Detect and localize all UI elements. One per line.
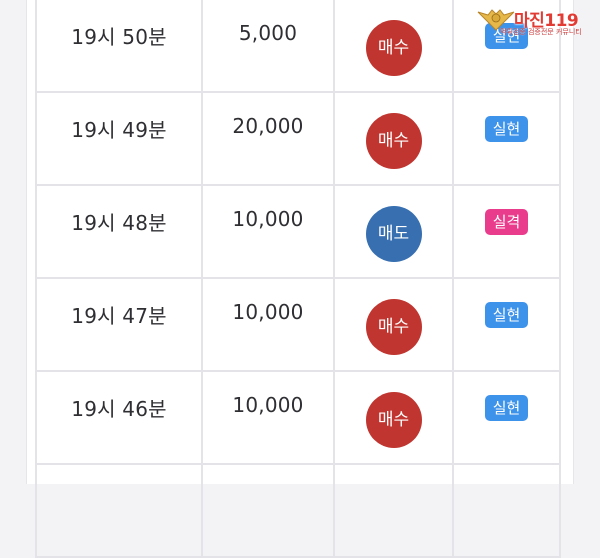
trade-amount: 20,000 <box>232 114 304 138</box>
trade-time: 19시 49분 <box>71 118 167 142</box>
trade-amount: 10,000 <box>232 300 304 324</box>
trade-time: 19시 46분 <box>71 397 167 421</box>
table-row: 19시 47분 10,000 매수 실현 <box>35 277 561 372</box>
trade-time: 19시 48분 <box>71 211 167 235</box>
table-row: 19시 48분 10,000 매도 실격 <box>35 184 561 279</box>
trade-time: 19시 47분 <box>71 304 167 328</box>
result-badge-hit: 실현 <box>484 302 529 328</box>
table-row: 19시 49분 20,000 매수 실현 <box>35 91 561 186</box>
buy-badge: 매수 <box>365 113 422 169</box>
table-row <box>35 463 561 558</box>
sell-badge: 매도 <box>365 206 422 262</box>
site-watermark: 마진119 먹튀검증 검증전문 커뮤니티 <box>470 4 600 40</box>
buy-badge: 매수 <box>365 20 422 76</box>
watermark-subtitle: 먹튀검증 검증전문 커뮤니티 <box>500 28 582 36</box>
result-badge-hit: 실현 <box>484 395 529 421</box>
trade-amount: 5,000 <box>238 21 298 45</box>
trade-history-table: 19시 50분 5,000 매수 실현 19시 49분 20,000 매수 실현… <box>35 0 561 558</box>
result-badge-hit: 실현 <box>484 116 529 142</box>
result-badge-miss: 실격 <box>484 209 529 235</box>
trade-time: 19시 50분 <box>71 25 167 49</box>
trade-amount: 10,000 <box>232 393 304 417</box>
table-row: 19시 46분 10,000 매수 실현 <box>35 370 561 465</box>
trade-amount: 10,000 <box>232 207 304 231</box>
buy-badge: 매수 <box>365 392 422 448</box>
buy-badge: 매수 <box>365 299 422 355</box>
